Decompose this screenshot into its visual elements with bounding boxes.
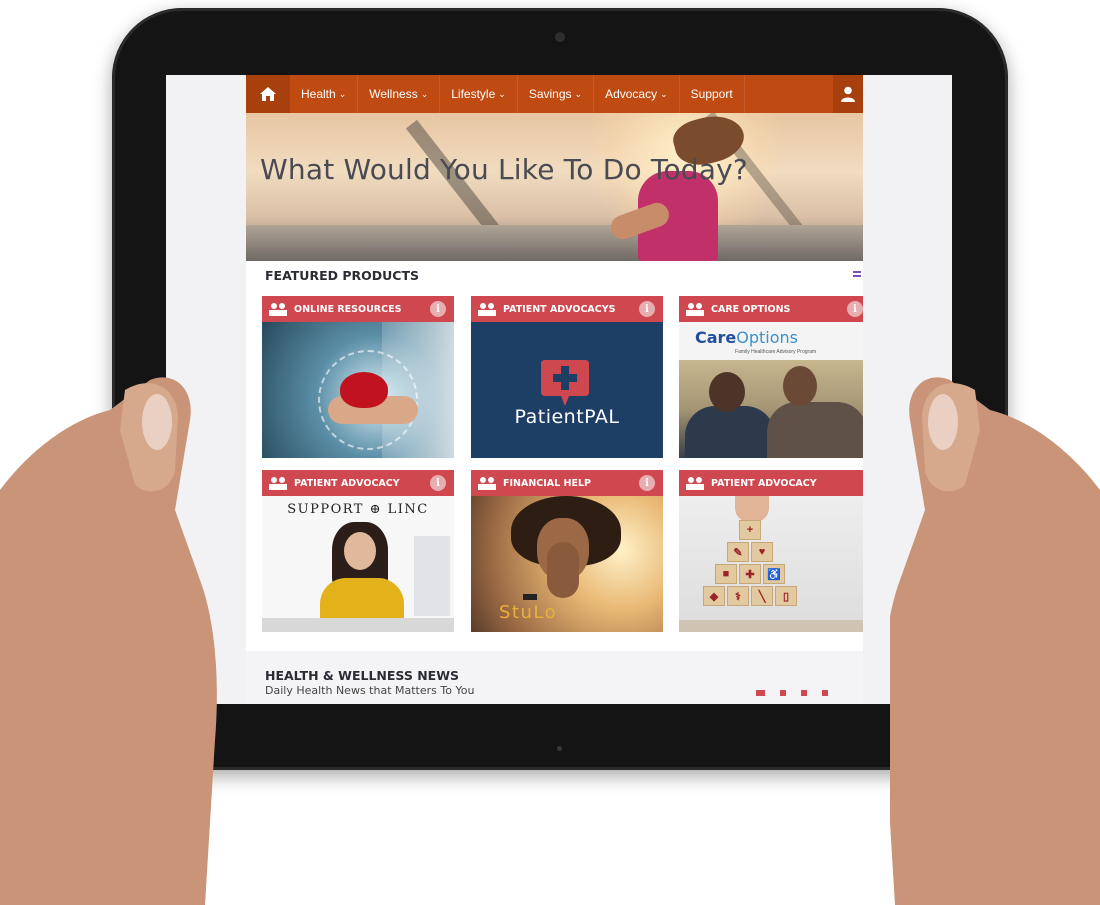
card-title: CARE OPTIONS: [711, 303, 791, 315]
people-icon: [478, 477, 496, 490]
nav-item-support[interactable]: Support: [680, 75, 745, 113]
tablet-screen: Health ⌄ Wellness ⌄ Lifestyle ⌄ Savings ⌄ Ad…: [166, 75, 952, 704]
nav-item-label: Savings: [528, 87, 572, 101]
card-header: PATIENT ADVOCACY i: [262, 470, 454, 496]
nav-item-lifestyle[interactable]: Lifestyle ⌄: [440, 75, 518, 113]
right-hand: [890, 377, 1100, 905]
user-icon: [841, 86, 855, 102]
nav-item-health[interactable]: Health ⌄: [290, 75, 359, 113]
pager-dot[interactable]: [756, 690, 765, 696]
chevron-down-icon: ⌄: [574, 88, 583, 99]
people-icon: [478, 303, 496, 316]
care-options-image: CareOptions Family Healthcare Advisory P…: [679, 322, 863, 458]
stulo-wordmark: StuLo: [499, 602, 558, 623]
people-icon: [686, 477, 704, 490]
nav-item-advocacy[interactable]: Advocacy ⌄: [594, 75, 680, 113]
web-page: Health ⌄ Wellness ⌄ Lifestyle ⌄ Savings ⌄ Ad…: [246, 75, 863, 704]
card-header: ONLINE RESOURCES i: [262, 296, 454, 322]
support-linc-image: SUPPORT ⊕ LINC: [262, 496, 454, 632]
card-title: ONLINE RESOURCES: [294, 303, 402, 315]
news-heading: HEALTH & WELLNESS NEWS: [265, 668, 460, 683]
nav-item-label: Advocacy: [605, 87, 658, 101]
card-header: PATIENT ADVOCACY: [679, 470, 863, 496]
careoptions-tagline: Family Healthcare Advisory Program: [735, 349, 817, 355]
info-icon[interactable]: i: [639, 475, 655, 491]
supportlinc-wordmark: SUPPORT ⊕ LINC: [287, 502, 429, 517]
card-header: PATIENT ADVOCACYS i: [471, 296, 663, 322]
hero-banner: What Would You Like To Do Today?: [246, 113, 863, 261]
patientpal-wordmark: PatientPAL: [514, 406, 620, 428]
user-account-button[interactable]: [833, 75, 863, 113]
hero-title: What Would You Like To Do Today?: [260, 153, 748, 186]
card-header: FINANCIAL HELP i: [471, 470, 663, 496]
pager-dot[interactable]: [822, 690, 828, 696]
patientpal-image: PatientPAL: [471, 322, 663, 458]
patientpal-logo-icon: [541, 360, 589, 406]
chevron-down-icon: ⌄: [660, 88, 668, 99]
nav-item-label: Support: [690, 87, 733, 101]
home-icon: [260, 87, 276, 101]
home-indicator: [557, 746, 562, 751]
card-title: PATIENT ADVOCACY: [294, 477, 400, 489]
info-icon[interactable]: i: [847, 301, 863, 317]
product-card-online-resources[interactable]: ONLINE RESOURCES i: [262, 296, 454, 458]
card-title: PATIENT ADVOCACYS: [503, 303, 616, 315]
careoptions-wordmark: CareOptions: [695, 328, 799, 347]
info-icon[interactable]: i: [430, 475, 446, 491]
chevron-down-icon: ⌄: [498, 88, 506, 99]
online-resources-image: [262, 322, 454, 458]
nav-item-label: Health: [301, 87, 336, 101]
pager-dot[interactable]: [801, 690, 807, 696]
nav-item-wellness[interactable]: Wellness ⌄: [358, 75, 441, 113]
people-icon: [269, 477, 287, 490]
chevron-down-icon: ⌄: [420, 88, 429, 99]
product-card-care-options[interactable]: CARE OPTIONS i CareOptions Family Health…: [679, 296, 863, 458]
medical-blocks-image: + ✎ ♥ ■ ✚ ♿ ◆ ⚕ ╲ ▯: [679, 496, 863, 632]
product-card-patient-advocacys[interactable]: PATIENT ADVOCACYS i PatientPAL: [471, 296, 663, 458]
nav-item-label: Wellness: [369, 87, 418, 101]
product-card-patient-advocacy[interactable]: PATIENT ADVOCACY i SUPPORT ⊕ LINC: [262, 470, 454, 632]
camera-icon: [555, 32, 565, 42]
people-icon: [686, 303, 704, 316]
left-hand: [0, 377, 217, 905]
pager-dot[interactable]: [780, 690, 786, 696]
news-subtitle: Daily Health News that Matters To You: [265, 684, 475, 697]
top-nav: Health ⌄ Wellness ⌄ Lifestyle ⌄ Savings ⌄ Ad…: [246, 75, 863, 113]
chevron-down-icon: ⌄: [338, 88, 347, 99]
nav-item-label: Lifestyle: [451, 87, 496, 101]
hero-water: [246, 225, 863, 261]
people-icon: [269, 303, 287, 316]
info-icon[interactable]: i: [639, 301, 655, 317]
graduation-cap-icon: [523, 594, 537, 600]
financial-help-image: StuLo: [471, 496, 663, 632]
news-pager: [756, 690, 828, 696]
info-icon[interactable]: i: [430, 301, 446, 317]
menu-icon[interactable]: [853, 271, 861, 279]
nav-item-savings[interactable]: Savings ⌄: [518, 75, 595, 113]
card-header: CARE OPTIONS i: [679, 296, 863, 322]
home-button[interactable]: [246, 75, 290, 113]
card-title: PATIENT ADVOCACY: [711, 477, 817, 489]
product-card-patient-advocacy-2[interactable]: PATIENT ADVOCACY + ✎ ♥ ■ ✚ ♿ ◆ ⚕ ╲ ▯: [679, 470, 863, 632]
featured-products-heading: FEATURED PRODUCTS: [265, 268, 419, 283]
card-title: FINANCIAL HELP: [503, 477, 591, 489]
product-card-financial-help[interactable]: FINANCIAL HELP i StuLo: [471, 470, 663, 632]
